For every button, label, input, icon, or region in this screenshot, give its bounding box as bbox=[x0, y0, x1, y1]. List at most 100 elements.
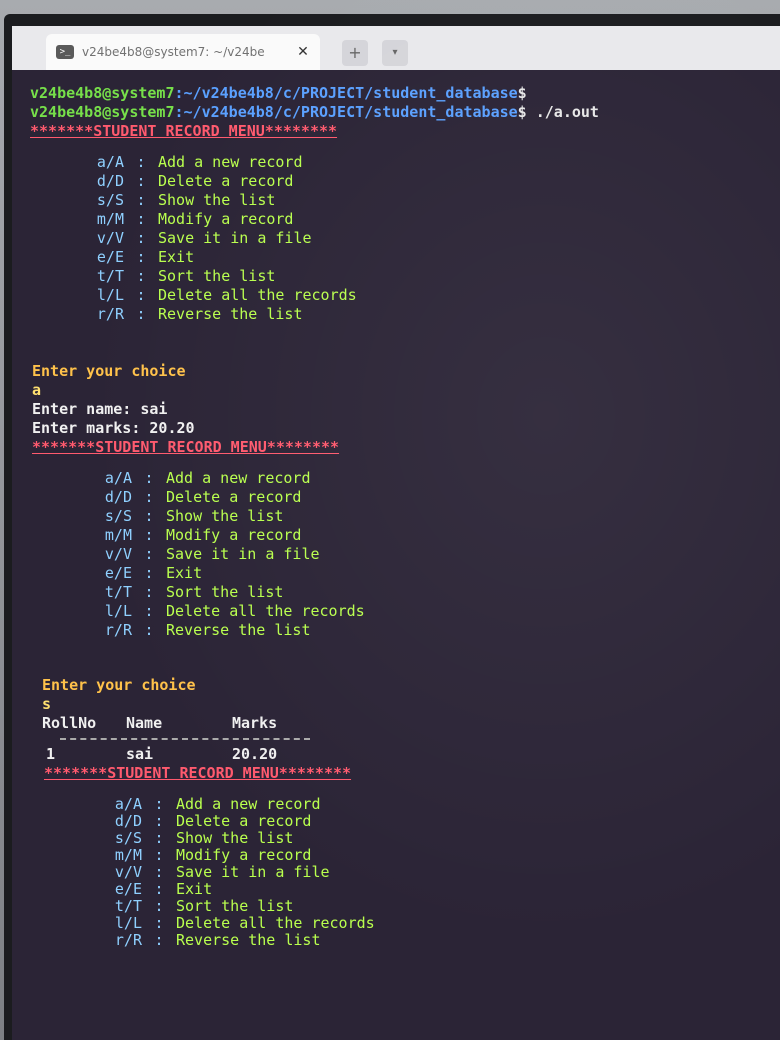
choice-prompt: Enter your choice bbox=[30, 676, 760, 695]
menu-label: Delete a record bbox=[176, 812, 312, 830]
menu-label: Exit bbox=[166, 564, 203, 582]
menu-key: m/M bbox=[114, 846, 142, 864]
choice-value: a bbox=[32, 381, 42, 399]
menu-key: a/A bbox=[96, 153, 124, 171]
close-icon[interactable]: ✕ bbox=[294, 44, 312, 60]
menu-key: t/T bbox=[114, 897, 142, 915]
menu-item: e/E: Exit bbox=[60, 248, 760, 267]
new-tab-button[interactable]: + bbox=[342, 40, 368, 66]
marks-prompt: Enter marks: bbox=[32, 419, 150, 437]
menu-key: m/M bbox=[104, 526, 132, 544]
prompt-symbol: $ bbox=[517, 84, 527, 102]
cell-name: sai bbox=[126, 745, 154, 763]
menu-key: e/E bbox=[96, 248, 124, 266]
menu-key: d/D bbox=[96, 172, 124, 190]
header-marks: Marks bbox=[232, 714, 278, 732]
terminal-window: >_ v24be4b8@system7: ~/v24be ✕ + ▾ v24be… bbox=[12, 26, 780, 1040]
menu-label: Add a new record bbox=[166, 469, 311, 487]
menu-label: Exit bbox=[176, 880, 213, 898]
terminal-tab[interactable]: >_ v24be4b8@system7: ~/v24be ✕ bbox=[46, 34, 320, 70]
menu-item: a/A: Add a new record bbox=[78, 795, 760, 813]
menu-key: a/A bbox=[104, 469, 132, 487]
choice-prompt: Enter your choice bbox=[30, 362, 760, 381]
menu-list: a/A: Add a new record d/D: Delete a record… bbox=[60, 153, 760, 324]
menu-item: d/D: Delete a record bbox=[78, 812, 760, 830]
menu-label: Sort the list bbox=[166, 583, 284, 601]
menu-label: Save it in a file bbox=[158, 229, 312, 247]
menu-label: Delete all the records bbox=[158, 286, 357, 304]
menu-label: Modify a record bbox=[166, 526, 302, 544]
menu-item: r/R: Reverse the list bbox=[68, 621, 760, 640]
menu-key: r/R bbox=[104, 621, 132, 639]
prompt-line: v24be4b8@system7:~/v24be4b8/c/PROJECT/st… bbox=[30, 84, 760, 103]
menu-item: e/E: Exit bbox=[68, 564, 760, 583]
prompt-user: v24be4b8@system7 bbox=[30, 103, 175, 121]
menu-key: v/V bbox=[114, 863, 142, 881]
menu-item: l/L: Delete all the records bbox=[60, 286, 760, 305]
menu-key: m/M bbox=[96, 210, 124, 228]
terminal-output[interactable]: v24be4b8@system7:~/v24be4b8/c/PROJECT/st… bbox=[30, 84, 760, 949]
prompt-symbol: $ bbox=[517, 103, 527, 121]
menu-label: Delete a record bbox=[158, 172, 294, 190]
menu-item: m/M: Modify a record bbox=[60, 210, 760, 229]
menu-key: v/V bbox=[104, 545, 132, 563]
table-header: RollNo Name Marks bbox=[30, 714, 760, 733]
tab-title: v24be4b8@system7: ~/v24be bbox=[82, 45, 265, 59]
menu-key: t/T bbox=[96, 267, 124, 285]
menu-label: Delete all the records bbox=[176, 914, 375, 932]
prompt-user: v24be4b8@system7 bbox=[30, 84, 175, 102]
menu-key: v/V bbox=[96, 229, 124, 247]
menu-item: r/R: Reverse the list bbox=[60, 305, 760, 324]
menu-key: d/D bbox=[114, 812, 142, 830]
menu-item: v/V: Save it in a file bbox=[68, 545, 760, 564]
header-rollno: RollNo bbox=[42, 714, 97, 732]
menu-label: Sort the list bbox=[158, 267, 276, 285]
tab-dropdown-button[interactable]: ▾ bbox=[382, 40, 408, 66]
command-text: ./a.out bbox=[526, 103, 599, 121]
marks-line: Enter marks: 20.20 bbox=[30, 419, 760, 438]
cell-rollno: 1 bbox=[46, 745, 56, 763]
menu-item: s/S: Show the list bbox=[60, 191, 760, 210]
menu-item: d/D: Delete a record bbox=[68, 488, 760, 507]
menu-item: t/T: Sort the list bbox=[68, 583, 760, 602]
menu-key: l/L bbox=[104, 602, 132, 620]
menu-key: s/S bbox=[114, 829, 142, 847]
menu-item: l/L: Delete all the records bbox=[68, 602, 760, 621]
choice-prompt-text: Enter your choice bbox=[32, 362, 186, 380]
menu-item: d/D: Delete a record bbox=[60, 172, 760, 191]
menu-banner-text: *******STUDENT RECORD MENU******** bbox=[32, 438, 340, 456]
menu-item: e/E: Exit bbox=[78, 880, 760, 898]
prompt-path: :~/v24be4b8/c/PROJECT/student_database bbox=[174, 103, 518, 121]
menu-item: s/S: Show the list bbox=[68, 507, 760, 526]
menu-key: r/R bbox=[96, 305, 124, 323]
menu-key: t/T bbox=[104, 583, 132, 601]
menu-item: r/R: Reverse the list bbox=[78, 931, 760, 949]
menu-label: Sort the list bbox=[176, 897, 294, 915]
menu-key: d/D bbox=[104, 488, 132, 506]
menu-label: Reverse the list bbox=[176, 931, 321, 949]
menu-item: s/S: Show the list bbox=[78, 829, 760, 847]
prompt-line: v24be4b8@system7:~/v24be4b8/c/PROJECT/st… bbox=[30, 103, 760, 122]
terminal-icon: >_ bbox=[56, 45, 74, 59]
menu-item: t/T: Sort the list bbox=[78, 897, 760, 915]
name-line: Enter name: sai bbox=[30, 400, 760, 419]
menu-label: Save it in a file bbox=[176, 863, 330, 881]
menu-banner: *******STUDENT RECORD MENU******** bbox=[30, 122, 760, 141]
menu-label: Show the list bbox=[158, 191, 276, 209]
prompt-path: :~/v24be4b8/c/PROJECT/student_database bbox=[174, 84, 518, 102]
menu-key: s/S bbox=[104, 507, 132, 525]
choice-input: a bbox=[30, 381, 760, 400]
menu-item: t/T: Sort the list bbox=[60, 267, 760, 286]
menu-banner: *******STUDENT RECORD MENU******** bbox=[30, 764, 760, 783]
name-prompt: Enter name: bbox=[32, 400, 141, 418]
choice-value: s bbox=[42, 695, 52, 713]
title-bar: >_ v24be4b8@system7: ~/v24be ✕ + ▾ bbox=[12, 26, 780, 70]
table-divider-row bbox=[30, 737, 760, 743]
menu-banner-text: *******STUDENT RECORD MENU******** bbox=[30, 122, 338, 140]
menu-label: Exit bbox=[158, 248, 195, 266]
menu-item: l/L: Delete all the records bbox=[78, 914, 760, 932]
menu-label: Reverse the list bbox=[158, 305, 303, 323]
menu-item: m/M: Modify a record bbox=[78, 846, 760, 864]
menu-item: a/A: Add a new record bbox=[68, 469, 760, 488]
menu-label: Modify a record bbox=[176, 846, 312, 864]
